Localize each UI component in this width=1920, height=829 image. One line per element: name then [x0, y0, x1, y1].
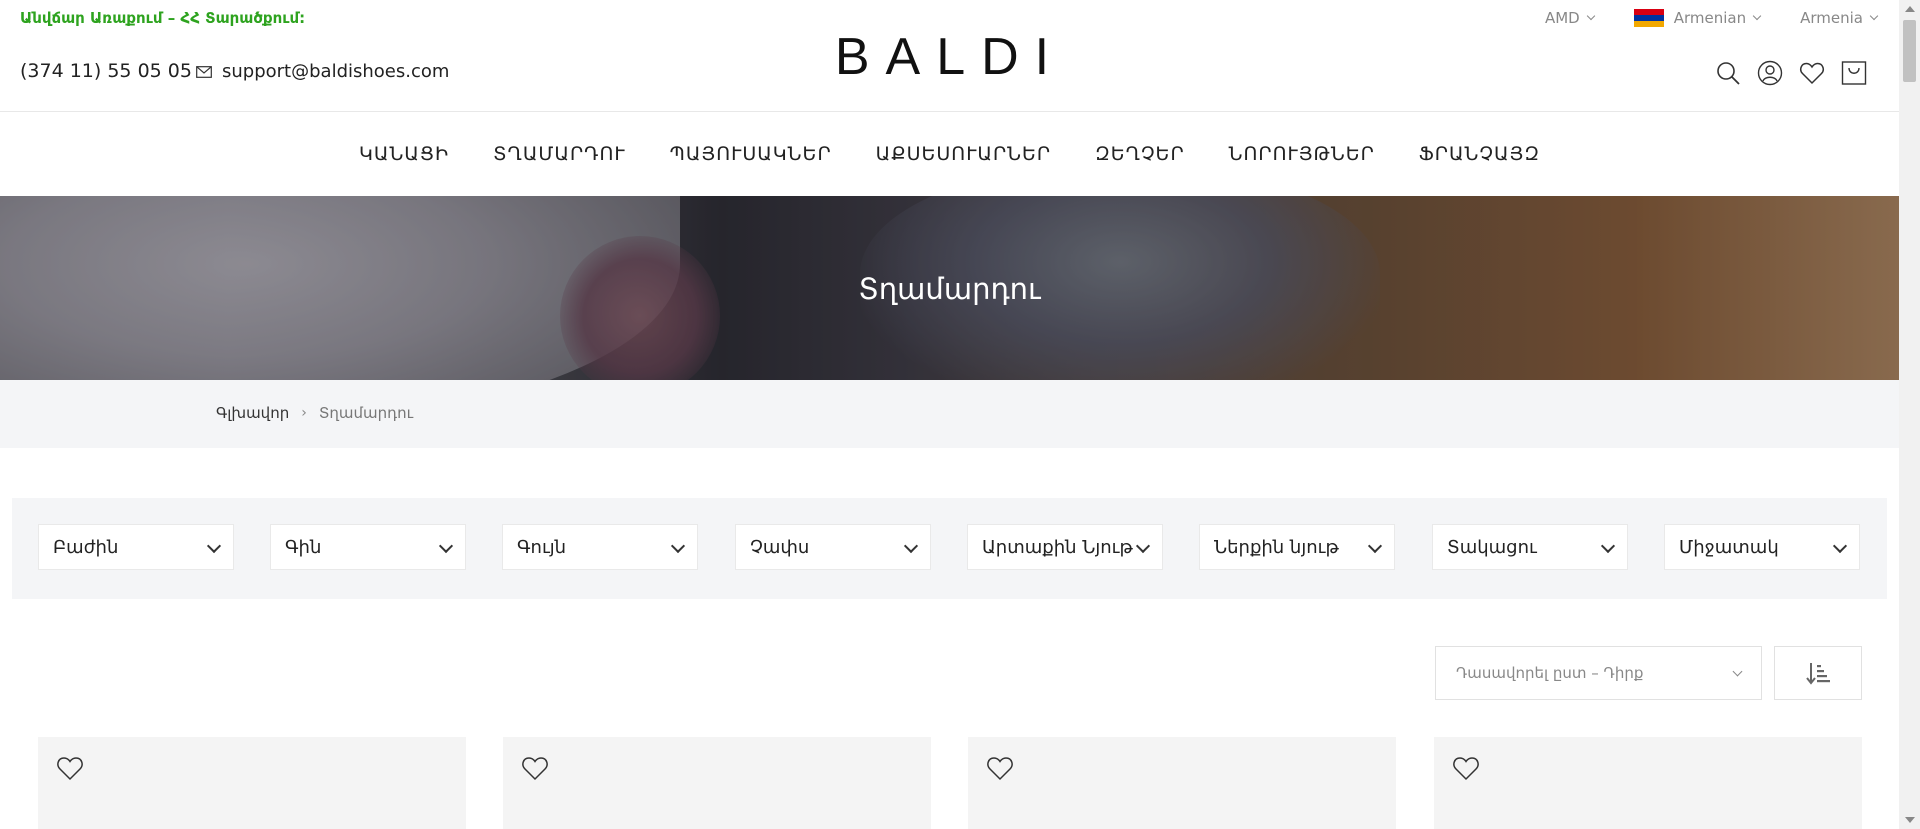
- scroll-down-arrow-icon[interactable]: [1905, 817, 1915, 823]
- search-button[interactable]: [1715, 60, 1741, 86]
- envelope-icon: [196, 65, 212, 78]
- filter-label: Բաժին: [53, 536, 119, 558]
- product-card[interactable]: [503, 737, 931, 829]
- header-icons: [1715, 60, 1867, 86]
- breadcrumb-bar: Գլխավոր › Տղամարդու: [0, 380, 1899, 448]
- nav-item-men[interactable]: ՏՂԱՄԱՐԴՈՒ: [493, 143, 625, 165]
- filter-size[interactable]: Չափս: [735, 524, 931, 570]
- chevron-down-icon: [1869, 11, 1879, 21]
- sort-direction-button[interactable]: [1774, 646, 1862, 700]
- chevron-down-icon: [1586, 11, 1595, 21]
- armenia-flag-icon: [1633, 9, 1664, 27]
- page-scrollbar[interactable]: [1899, 0, 1920, 829]
- nav-item-franchise[interactable]: ՖՐԱՆՉԱՅԶ: [1419, 143, 1540, 165]
- country-label: Armenia: [1800, 9, 1863, 27]
- user-icon: [1757, 60, 1783, 86]
- chevron-down-icon: [1135, 538, 1151, 554]
- filter-sole[interactable]: Տակացու: [1432, 524, 1628, 570]
- page-title: Տղամարդու: [858, 272, 1041, 306]
- chevron-down-icon: [903, 538, 919, 554]
- filter-label: Տակացու: [1447, 536, 1537, 558]
- email-text: support@baldishoes.com: [222, 61, 450, 82]
- heart-icon[interactable]: [521, 755, 549, 781]
- chevron-down-icon: [1367, 538, 1383, 554]
- country-selector[interactable]: Armenia: [1800, 9, 1879, 27]
- phone-link[interactable]: (374 11) 55 05 05: [20, 60, 192, 82]
- shopping-bag-icon: [1841, 61, 1867, 85]
- product-card[interactable]: [1434, 737, 1862, 829]
- heart-icon[interactable]: [1452, 755, 1480, 781]
- logo-text: BALDI: [835, 31, 1065, 79]
- nav-item-sale[interactable]: ԶԵՂՉԵՐ: [1095, 143, 1185, 165]
- nav-item-accessories[interactable]: ԱՔՍԵՍՈՒԱՐՆԵՐ: [876, 143, 1051, 165]
- chevron-down-icon: [1752, 11, 1762, 21]
- cart-button[interactable]: [1841, 60, 1867, 86]
- chevron-down-icon: [1832, 538, 1848, 554]
- scroll-up-arrow-icon[interactable]: [1905, 6, 1915, 12]
- sort-ascending-icon: [1806, 663, 1830, 685]
- category-banner: Տղամարդու: [0, 196, 1899, 380]
- filter-bar: Բաժին Գին Գույն Չափս Արտաքին Նյութ Ներքի…: [12, 498, 1887, 599]
- filter-color[interactable]: Գույն: [502, 524, 698, 570]
- free-shipping-promo: Անվճար Առաքում – ՀՀ Տարածքում:: [20, 9, 306, 27]
- filter-label: Արտաքին Նյութ: [982, 536, 1133, 558]
- baldi-logo[interactable]: BALDI: [829, 31, 1071, 79]
- chevron-down-icon: [1600, 538, 1616, 554]
- chevron-down-icon: [438, 538, 454, 554]
- filter-label: Միջատակ: [1679, 536, 1779, 558]
- top-right-selectors: AMD Armenian Armenia: [1544, 9, 1879, 27]
- scrollbar-thumb[interactable]: [1903, 20, 1916, 82]
- sort-label: Դասավորել ըստ – Դիրք: [1456, 664, 1644, 682]
- breadcrumb-home[interactable]: Գլխավոր: [216, 404, 289, 422]
- breadcrumb-current: Տղամարդու: [318, 404, 414, 422]
- email-link[interactable]: support@baldishoes.com: [196, 61, 449, 82]
- language-label: Armenian: [1673, 9, 1747, 27]
- nav-item-bags[interactable]: ՊԱՅՈՒՍԱԿՆԵՐ: [670, 143, 832, 165]
- filter-section[interactable]: Բաժին: [38, 524, 234, 570]
- breadcrumb-separator: ›: [301, 405, 307, 421]
- chevron-down-icon: [206, 538, 222, 554]
- breadcrumb: Գլխավոր › Տղամարդու: [216, 404, 413, 422]
- main-navigation: ԿԱՆԱՑԻ ՏՂԱՄԱՐԴՈՒ ՊԱՅՈՒՍԱԿՆԵՐ ԱՔՍԵՍՈՒԱՐՆԵ…: [0, 112, 1899, 196]
- wishlist-button[interactable]: [1799, 60, 1825, 86]
- filter-inner-material[interactable]: Ներքին նյութ: [1199, 524, 1395, 570]
- account-button[interactable]: [1757, 60, 1783, 86]
- product-card[interactable]: [968, 737, 1396, 829]
- currency-label: AMD: [1544, 9, 1580, 27]
- language-selector[interactable]: Armenian: [1633, 9, 1762, 27]
- filter-label: Չափս: [750, 536, 810, 558]
- page: Անվճար Առաքում – ՀՀ Տարածքում: AMD Armen…: [0, 0, 1899, 829]
- chevron-down-icon: [670, 538, 686, 554]
- filter-price[interactable]: Գին: [270, 524, 466, 570]
- nav-item-women[interactable]: ԿԱՆԱՑԻ: [359, 143, 449, 165]
- sort-select[interactable]: Դասավորել ըստ – Դիրք: [1435, 646, 1762, 700]
- nav-item-new-arrivals[interactable]: ՆՈՐՈՒՅԹՆԵՐ: [1229, 143, 1375, 165]
- search-icon: [1717, 62, 1740, 85]
- filter-label: Գին: [285, 536, 322, 558]
- filter-insole[interactable]: Միջատակ: [1664, 524, 1860, 570]
- chevron-down-icon: [1732, 666, 1743, 677]
- filter-outer-material[interactable]: Արտաքին Նյութ: [967, 524, 1163, 570]
- filter-label: Գույն: [517, 536, 567, 558]
- product-card[interactable]: [38, 737, 466, 829]
- filter-label: Ներքին նյութ: [1214, 536, 1339, 558]
- heart-icon[interactable]: [986, 755, 1014, 781]
- heart-icon[interactable]: [56, 755, 84, 781]
- currency-selector[interactable]: AMD: [1544, 9, 1595, 27]
- heart-icon: [1800, 62, 1824, 85]
